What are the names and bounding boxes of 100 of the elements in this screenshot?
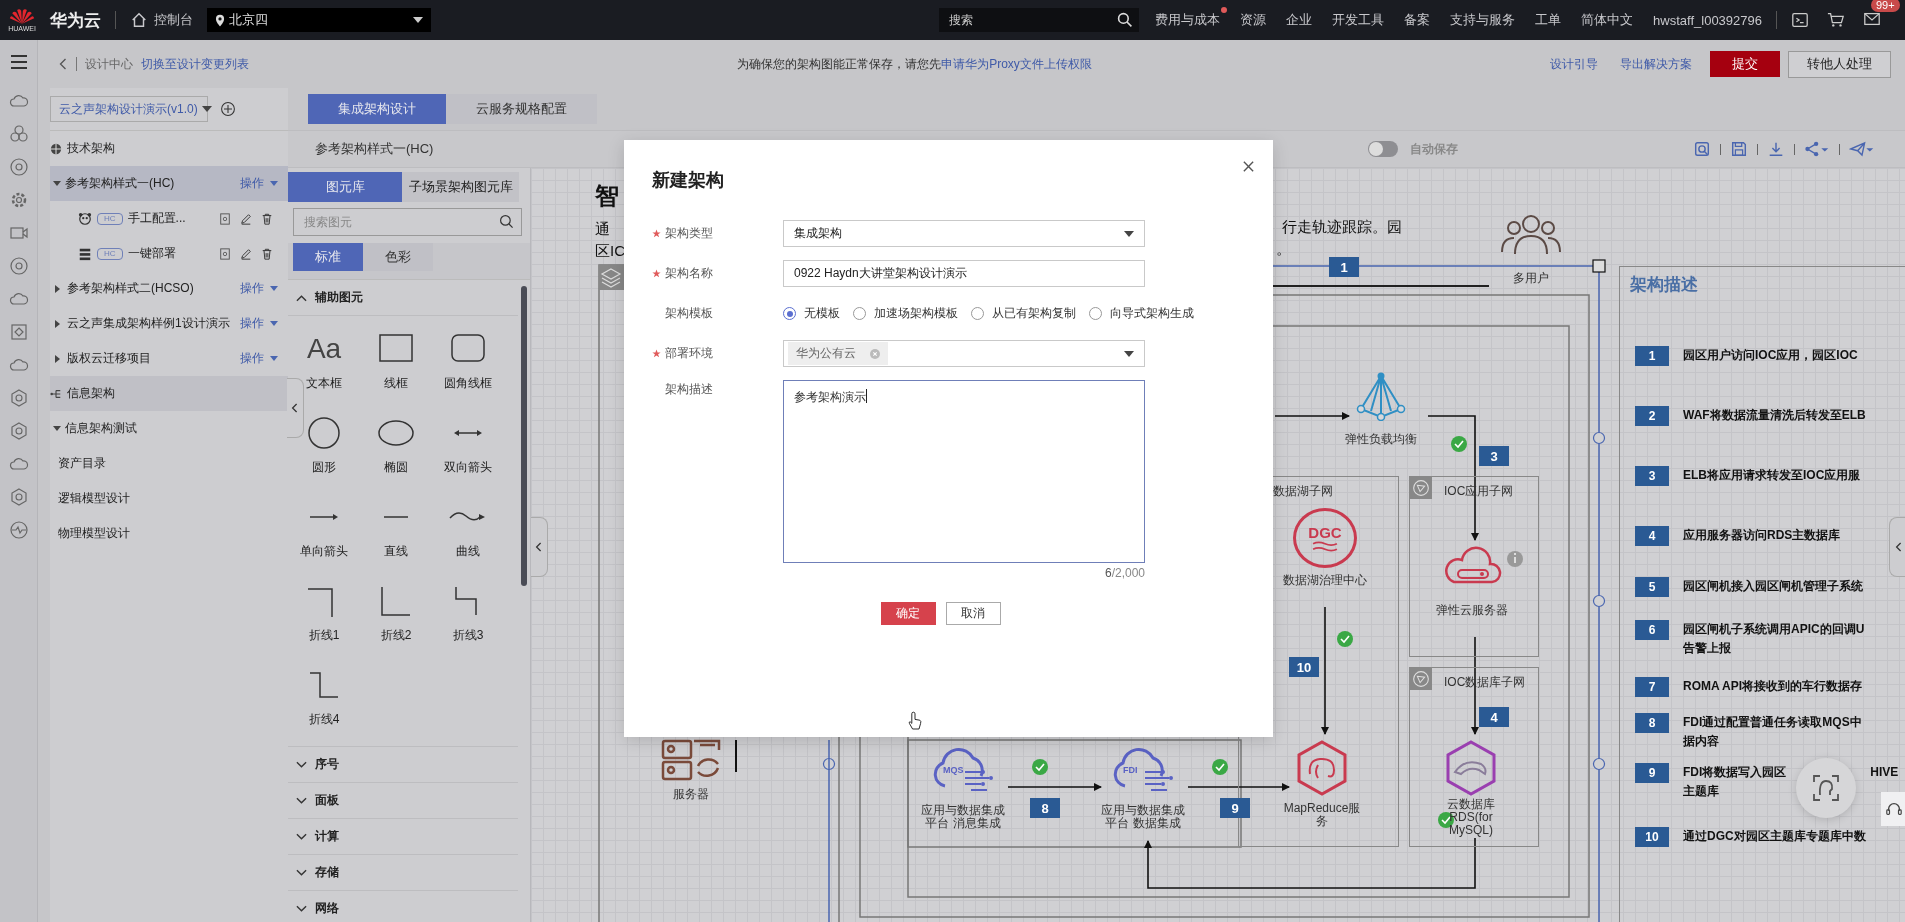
handle[interactable] (1592, 594, 1606, 608)
workspace-tab[interactable]: 集成架构设计 (308, 94, 446, 124)
description-textarea[interactable]: 参考架构演示 (783, 380, 1145, 563)
tree-item[interactable]: 信息架构测试 (50, 411, 288, 446)
section-header[interactable]: 网络 (288, 891, 518, 922)
chevron-down-icon[interactable] (296, 868, 307, 877)
nav-link[interactable]: 备案 (1404, 12, 1431, 27)
handle[interactable] (1592, 431, 1606, 445)
home-icon[interactable] (130, 11, 148, 29)
tree-item[interactable]: 物理模型设计 (50, 516, 288, 551)
nav-link[interactable]: 企业 (1286, 12, 1313, 27)
back-icon[interactable] (58, 57, 68, 71)
section-header[interactable]: 计算 (288, 819, 518, 855)
collapse-handle[interactable] (287, 378, 304, 438)
chevron-down-icon[interactable] (296, 904, 307, 913)
hexagon-icon[interactable] (8, 487, 29, 507)
library-tab[interactable]: 子场景架构图元库 (402, 172, 519, 202)
hexagon-icon[interactable] (8, 388, 29, 408)
search-field[interactable]: 搜索 (939, 8, 1140, 32)
cluster-icon[interactable] (8, 124, 29, 144)
permission-link[interactable]: 申请华为Proxy文件上传权限 (941, 56, 1092, 71)
template-radio[interactable]: 向导式架构生成 (1089, 305, 1194, 322)
help-button[interactable] (1796, 758, 1856, 818)
text-box-icon[interactable]: Aa (306, 329, 342, 369)
chevron-down-icon[interactable] (296, 832, 307, 841)
chevron-up-icon[interactable] (296, 293, 307, 302)
handle[interactable] (1592, 259, 1606, 273)
share-icon[interactable] (1804, 140, 1830, 158)
hexagon-icon[interactable] (8, 421, 29, 441)
edit-icon[interactable] (239, 247, 252, 260)
nav-link[interactable]: 工单 (1535, 12, 1562, 27)
caret-icon[interactable] (55, 284, 60, 293)
handle[interactable] (822, 757, 836, 771)
template-radio[interactable]: 无模板 (783, 305, 840, 322)
menu-icon[interactable] (8, 52, 29, 72)
search-icon[interactable] (499, 214, 515, 230)
tree-section[interactable]: 信息架构 (50, 376, 288, 411)
close-icon[interactable] (1242, 160, 1255, 173)
confirm-button[interactable]: 确定 (880, 602, 936, 625)
breadcrumb-item[interactable]: 设计中心 (85, 55, 133, 73)
tree-item[interactable]: 云之声集成架构样例1设计演示 操作 (50, 306, 288, 341)
nav-link[interactable]: 开发工具 (1332, 12, 1385, 27)
edit-icon[interactable] (239, 212, 252, 225)
autosave-toggle[interactable] (1368, 141, 1399, 157)
nav-link[interactable]: 简体中文 (1581, 12, 1634, 27)
chevron-down-icon[interactable] (296, 760, 307, 769)
terminal-icon[interactable] (1791, 11, 1809, 29)
tree-item[interactable]: 参考架构样式二(HCSO) 操作 (50, 271, 288, 306)
tree-item[interactable]: 资产目录 (50, 446, 288, 481)
delete-icon[interactable] (260, 247, 273, 260)
add-icon[interactable] (220, 101, 236, 117)
chevron-down-icon[interactable] (296, 796, 307, 805)
transfer-button[interactable]: 转他人处理 (1788, 50, 1891, 78)
workspace-tab[interactable]: 云服务规格配置 (446, 94, 597, 124)
region-select[interactable]: 北京四 (207, 8, 431, 32)
cancel-button[interactable]: 取消 (945, 602, 1001, 625)
users-icon[interactable] (1500, 214, 1562, 256)
download-icon[interactable] (1767, 140, 1785, 158)
nav-link[interactable]: 资源 (1240, 12, 1267, 27)
save-icon[interactable] (1730, 140, 1748, 158)
template-radio[interactable]: 从已有架构复制 (971, 305, 1076, 322)
caret-icon[interactable] (53, 181, 61, 186)
section-header[interactable]: 序号 (288, 747, 518, 783)
load-balancer-icon[interactable] (1355, 371, 1407, 421)
delete-icon[interactable] (260, 212, 273, 225)
action-dropdown[interactable]: 操作 (240, 280, 278, 297)
library-tab[interactable]: 图元库 (288, 172, 402, 202)
section-header[interactable]: 存储 (288, 855, 518, 891)
action-link[interactable]: 导出解决方案 (1620, 55, 1692, 73)
style-tab[interactable]: 标准 (293, 243, 363, 271)
server-icon[interactable] (660, 738, 722, 782)
caret-icon[interactable] (55, 354, 60, 363)
tree-item[interactable]: 版权云迁移项目 操作 (50, 341, 288, 376)
preview-icon[interactable] (1693, 140, 1711, 158)
nav-link[interactable]: 费用与成本 (1155, 12, 1221, 27)
environment-select[interactable]: 华为公有云 (783, 340, 1145, 367)
action-dropdown[interactable]: 操作 (240, 315, 278, 332)
submit-button[interactable]: 提交 (1710, 51, 1780, 77)
nav-link[interactable]: 支持与服务 (1450, 12, 1516, 27)
section-header[interactable]: 辅助图元 (288, 280, 518, 316)
collapse-handle[interactable] (1889, 517, 1905, 577)
help-icon[interactable] (1811, 773, 1841, 803)
template-radio[interactable]: 加速场架构模板 (853, 305, 958, 322)
caret-icon[interactable] (53, 426, 61, 431)
environment-tag[interactable]: 华为公有云 (788, 342, 888, 365)
tree-item[interactable]: 一键部署 (127, 245, 210, 262)
send-icon[interactable] (1849, 140, 1875, 158)
pulse-icon[interactable] (8, 520, 29, 540)
view-icon[interactable] (218, 247, 231, 260)
search-field[interactable]: 搜索图元 (293, 208, 522, 236)
view-icon[interactable] (218, 212, 231, 225)
caret-icon[interactable] (55, 319, 60, 328)
change-list-link[interactable]: 切换至设计变更列表 (141, 55, 249, 73)
tree-section[interactable]: 技术架构 (50, 131, 288, 166)
search-icon[interactable] (1117, 12, 1134, 28)
action-link[interactable]: 设计引导 (1550, 55, 1598, 73)
tree-item[interactable]: 参考架构样式一(HC) 操作 (50, 166, 288, 201)
handle[interactable] (1592, 757, 1606, 771)
section-header[interactable]: 面板 (288, 783, 518, 819)
architecture-type-select[interactable]: 集成架构 (783, 220, 1145, 247)
